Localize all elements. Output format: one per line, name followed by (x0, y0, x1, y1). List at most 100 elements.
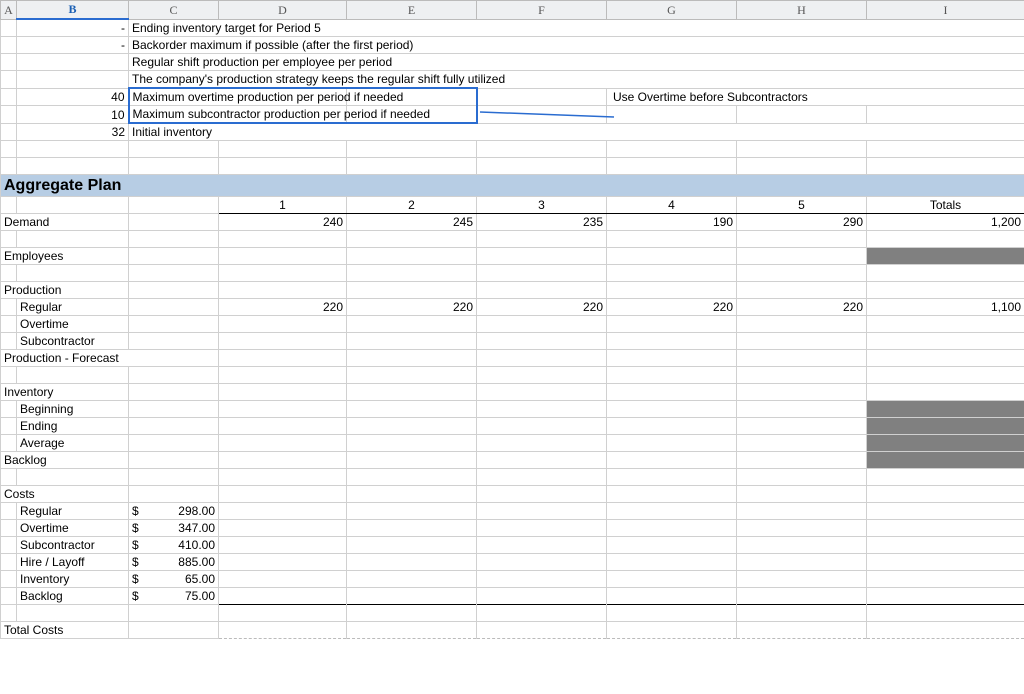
regular-p3[interactable]: 220 (477, 299, 607, 316)
col-header-I[interactable]: I (867, 1, 1024, 20)
cell-B-assumption-6[interactable]: 10 (17, 106, 129, 124)
row-backlog[interactable]: Backlog (1, 452, 1024, 469)
row-cost-regular[interactable]: Regular $298.00 (1, 503, 1024, 520)
regular-p4[interactable]: 220 (607, 299, 737, 316)
employees-total-shaded (867, 248, 1024, 265)
row-period-headers[interactable]: 1 2 3 4 5 Totals (1, 197, 1024, 214)
label-cost-backlog: Backlog (17, 588, 129, 605)
row-cost-inventory[interactable]: Inventory $65.00 (1, 571, 1024, 588)
regular-total[interactable]: 1,100 (867, 299, 1024, 316)
col-header-H[interactable]: H (737, 1, 867, 20)
row-production-sub[interactable]: Subcontractor (1, 333, 1024, 350)
spreadsheet-viewport[interactable]: A B C D E F G H I - Ending inventory tar… (0, 0, 1024, 639)
period-header-3: 3 (477, 197, 607, 214)
period-header-1: 1 (219, 197, 347, 214)
regular-p5[interactable]: 220 (737, 299, 867, 316)
cell-C-assumption-1[interactable]: Ending inventory target for Period 5 (129, 19, 1024, 37)
row-section-title[interactable]: Aggregate Plan (1, 175, 1024, 197)
cost-overtime-value[interactable]: $347.00 (129, 520, 219, 537)
cost-regular-value[interactable]: $298.00 (129, 503, 219, 520)
row-production-overtime[interactable]: Overtime (1, 316, 1024, 333)
col-header-C[interactable]: C (129, 1, 219, 20)
demand-p1[interactable]: 240 (219, 214, 347, 231)
col-header-A[interactable]: A (1, 1, 17, 20)
row-cost-hire[interactable]: Hire / Layoff $885.00 (1, 554, 1024, 571)
cell-C-assumption-6[interactable]: Maximum subcontractor production per per… (129, 106, 347, 124)
inventory-beginning-shaded (867, 401, 1024, 418)
cost-inventory-value[interactable]: $65.00 (129, 571, 219, 588)
col-header-D[interactable]: D (219, 1, 347, 20)
label-costs: Costs (1, 486, 129, 503)
row-blank[interactable] (1, 605, 1024, 622)
section-title: Aggregate Plan (1, 175, 1024, 197)
demand-p5[interactable]: 290 (737, 214, 867, 231)
cell-C-assumption-2[interactable]: Backorder maximum if possible (after the… (129, 37, 1024, 54)
row-blank[interactable] (1, 469, 1024, 486)
row-assumption-6[interactable]: 10 Maximum subcontractor production per … (1, 106, 1024, 124)
row-cost-overtime[interactable]: Overtime $347.00 (1, 520, 1024, 537)
cost-hire-value[interactable]: $885.00 (129, 554, 219, 571)
row-assumption-7[interactable]: 32 Initial inventory (1, 123, 1024, 141)
row-assumption-1[interactable]: - Ending inventory target for Period 5 (1, 19, 1024, 37)
spreadsheet-grid[interactable]: A B C D E F G H I - Ending inventory tar… (0, 0, 1024, 639)
row-blank[interactable] (1, 367, 1024, 384)
period-header-4: 4 (607, 197, 737, 214)
row-assumption-3[interactable]: Regular shift production per employee pe… (1, 54, 1024, 71)
row-cost-sub[interactable]: Subcontractor $410.00 (1, 537, 1024, 554)
row-employees[interactable]: Employees (1, 248, 1024, 265)
regular-p1[interactable]: 220 (219, 299, 347, 316)
cell-B-assumption-7[interactable]: 32 (17, 123, 129, 141)
cost-sub-value[interactable]: $410.00 (129, 537, 219, 554)
demand-p4[interactable]: 190 (607, 214, 737, 231)
label-production-overtime: Overtime (17, 316, 129, 333)
row-inventory-beginning[interactable]: Beginning (1, 401, 1024, 418)
label-employees: Employees (1, 248, 129, 265)
cell-B-assumption-5[interactable]: 40 (17, 88, 129, 106)
row-costs-header[interactable]: Costs (1, 486, 1024, 503)
label-inventory-average: Average (17, 435, 129, 452)
label-production: Production (1, 282, 129, 299)
row-production-forecast[interactable]: Production - Forecast (1, 350, 1024, 367)
label-cost-hire: Hire / Layoff (17, 554, 129, 571)
label-cost-regular: Regular (17, 503, 129, 520)
row-assumption-4[interactable]: The company's production strategy keeps … (1, 71, 1024, 89)
row-cost-backlog[interactable]: Backlog $75.00 (1, 588, 1024, 605)
col-header-G[interactable]: G (607, 1, 737, 20)
col-header-F[interactable]: F (477, 1, 607, 20)
row-total-costs[interactable]: Total Costs (1, 622, 1024, 639)
row-blank[interactable] (1, 158, 1024, 175)
row-blank[interactable] (1, 265, 1024, 282)
cell-B-assumption-2[interactable]: - (17, 37, 129, 54)
regular-p2[interactable]: 220 (347, 299, 477, 316)
period-header-5: 5 (737, 197, 867, 214)
label-production-sub: Subcontractor (17, 333, 129, 350)
row-demand[interactable]: Demand 240 245 235 190 290 1,200 (1, 214, 1024, 231)
label-inventory-beginning: Beginning (17, 401, 129, 418)
row-blank[interactable] (1, 141, 1024, 158)
row-inventory-average[interactable]: Average (1, 435, 1024, 452)
label-demand: Demand (1, 214, 129, 231)
demand-p3[interactable]: 235 (477, 214, 607, 231)
period-header-totals: Totals (867, 197, 1024, 214)
cell-C-assumption-4[interactable]: The company's production strategy keeps … (129, 71, 1024, 89)
label-production-forecast: Production - Forecast (1, 350, 219, 367)
cost-backlog-value[interactable]: $75.00 (129, 588, 219, 605)
row-inventory-ending[interactable]: Ending (1, 418, 1024, 435)
row-blank[interactable] (1, 231, 1024, 248)
demand-total[interactable]: 1,200 (867, 214, 1024, 231)
col-header-E[interactable]: E (347, 1, 477, 20)
label-cost-inventory: Inventory (17, 571, 129, 588)
cell-C-assumption-5[interactable]: Maximum overtime production per period i… (129, 88, 347, 106)
label-cost-overtime: Overtime (17, 520, 129, 537)
col-header-B[interactable]: B (17, 1, 129, 20)
row-production-regular[interactable]: Regular 220 220 220 220 220 1,100 (1, 299, 1024, 316)
row-inventory-header[interactable]: Inventory (1, 384, 1024, 401)
row-production-header[interactable]: Production (1, 282, 1024, 299)
row-assumption-5[interactable]: 40 Maximum overtime production per perio… (1, 88, 1024, 106)
column-header-row[interactable]: A B C D E F G H I (1, 1, 1024, 20)
cell-B-assumption-1[interactable]: - (17, 19, 129, 37)
cell-C-assumption-7[interactable]: Initial inventory (129, 123, 1024, 141)
row-assumption-2[interactable]: - Backorder maximum if possible (after t… (1, 37, 1024, 54)
demand-p2[interactable]: 245 (347, 214, 477, 231)
cell-C-assumption-3[interactable]: Regular shift production per employee pe… (129, 54, 1024, 71)
